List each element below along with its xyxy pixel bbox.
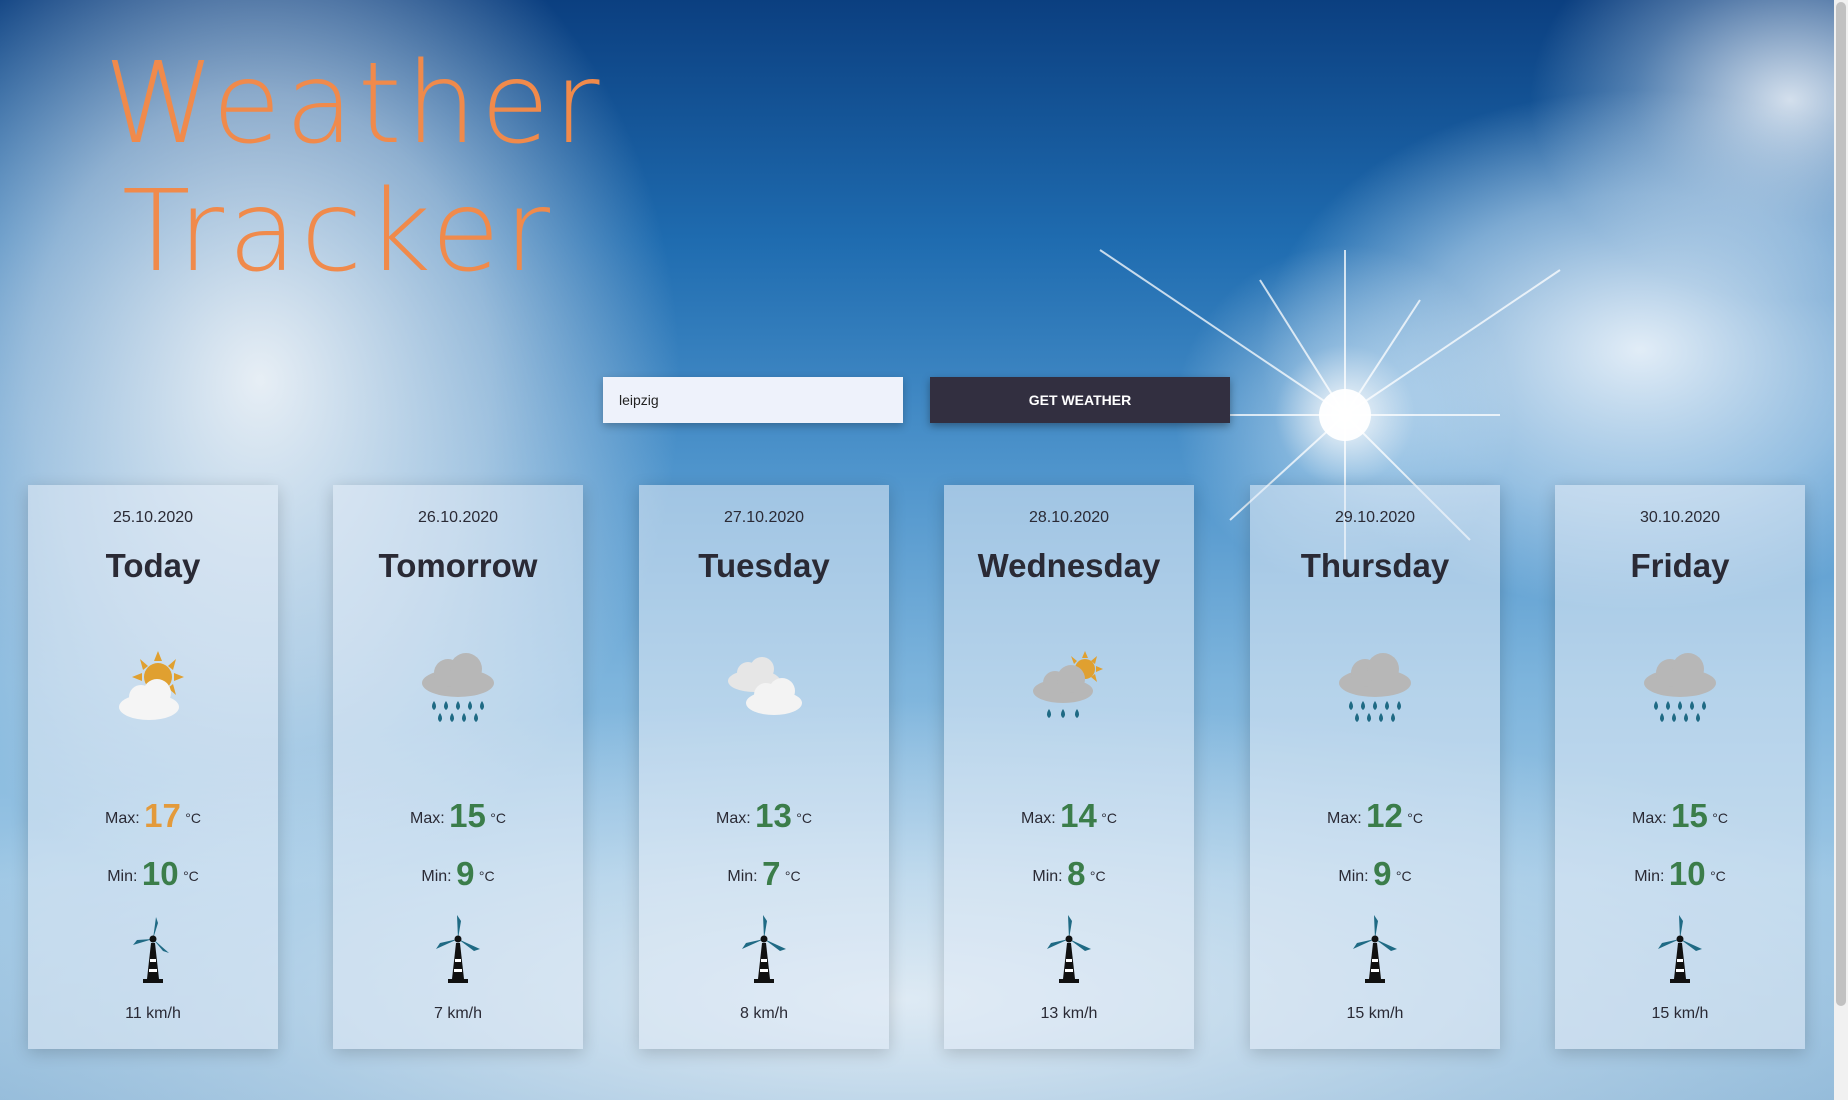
temp-unit: °C	[1395, 868, 1412, 884]
sun-cloud-icon	[119, 651, 184, 720]
max-temp-row: Max: 12 °C	[1250, 797, 1500, 835]
min-temp-value: 9	[456, 855, 475, 892]
temp-unit: °C	[478, 868, 495, 884]
forecast-date: 30.10.2020	[1639, 509, 1721, 526]
max-label: Max:	[1631, 810, 1667, 827]
scrollbar-thumb[interactable]	[1836, 2, 1846, 1006]
forecast-card-thursday: 29.10.2020 Thursday Max: 12 °C Min: 9 °C…	[1250, 485, 1500, 1049]
max-temp-row: Max: 14 °C	[944, 797, 1194, 835]
temp-unit: °C	[1712, 810, 1728, 826]
temp-unit: °C	[1089, 868, 1106, 884]
max-label: Max:	[715, 810, 751, 827]
rain-cloud-icon	[1644, 653, 1716, 722]
forecast-card-friday: 30.10.2020 Friday Max: 15 °C Min: 10 °C …	[1555, 485, 1805, 1049]
min-temp-value: 10	[1668, 855, 1706, 892]
forecast-day: Thursday	[1300, 547, 1450, 584]
min-label: Min:	[421, 868, 452, 885]
wind-turbine-icon	[1658, 915, 1702, 983]
page-scrollbar[interactable]	[1834, 0, 1848, 1100]
app-title-line2: Tracker	[122, 167, 555, 297]
wind-turbine-icon	[436, 915, 480, 983]
temp-unit: °C	[183, 868, 199, 884]
forecast-date: 26.10.2020	[417, 509, 499, 526]
min-label: Min:	[727, 868, 758, 885]
city-search-input[interactable]	[603, 377, 903, 423]
temp-unit: °C	[1101, 810, 1117, 826]
forecast-date: 28.10.2020	[1028, 509, 1110, 526]
max-label: Max:	[104, 810, 140, 827]
max-label: Max:	[409, 810, 445, 827]
max-temp-row: Max: 15 °C	[333, 797, 583, 835]
rain-cloud-icon	[1339, 653, 1411, 722]
min-temp-value: 8	[1067, 855, 1086, 892]
forecast-card-tuesday: 27.10.2020 Tuesday Max: 13 °C Min: 7 °C	[639, 485, 889, 1049]
wind-speed: 15 km/h	[1651, 1005, 1709, 1022]
get-weather-button[interactable]: GET WEATHER	[930, 377, 1230, 423]
max-temp-row: Max: 17 °C	[28, 797, 278, 835]
forecast-date: 29.10.2020	[1334, 509, 1416, 526]
wind-turbine-icon	[1353, 915, 1397, 983]
min-temp-row: Min: 8 °C	[944, 855, 1194, 893]
rain-cloud-icon	[422, 653, 494, 722]
forecast-date: 27.10.2020	[723, 509, 805, 526]
max-temp-value: 13	[755, 797, 792, 834]
min-temp-value: 9	[1373, 855, 1392, 892]
forecast-card-wednesday: 28.10.2020 Wednesday Max: 14 °C Min: 8 °…	[944, 485, 1194, 1049]
forecast-card-tomorrow: 26.10.2020 Tomorrow Max: 15 °C Min: 9 °C…	[333, 485, 583, 1049]
forecast-date: 25.10.2020	[112, 509, 194, 526]
temp-unit: °C	[185, 810, 201, 826]
min-temp-row: Min: 10 °C	[1555, 855, 1805, 893]
temp-unit: °C	[796, 810, 812, 826]
app-title: Weather Tracker	[104, 40, 604, 296]
temp-unit: °C	[1407, 810, 1423, 826]
min-label: Min:	[1032, 868, 1063, 885]
temp-unit: °C	[784, 868, 801, 884]
wind-speed: 13 km/h	[1040, 1005, 1098, 1022]
temp-unit: °C	[490, 810, 506, 826]
forecast-day: Tomorrow	[378, 547, 538, 584]
min-temp-value: 10	[141, 855, 179, 892]
min-label: Min:	[1634, 868, 1665, 885]
sun-rain-icon	[1033, 651, 1103, 718]
max-temp-row: Max: 15 °C	[1555, 797, 1805, 835]
max-temp-value: 15	[1671, 797, 1708, 834]
max-label: Max:	[1020, 810, 1056, 827]
wind-speed: 8 km/h	[739, 1005, 788, 1022]
max-temp-value: 12	[1366, 797, 1403, 834]
min-temp-row: Min: 7 °C	[639, 855, 889, 893]
min-label: Min:	[1338, 868, 1369, 885]
temp-unit: °C	[1710, 868, 1726, 884]
wind-speed: 7 km/h	[433, 1005, 482, 1022]
forecast-day: Tuesday	[698, 547, 830, 584]
min-label: Min:	[107, 868, 138, 885]
clouds-icon	[728, 657, 802, 715]
min-temp-row: Min: 10 °C	[28, 855, 278, 893]
min-temp-row: Min: 9 °C	[1250, 855, 1500, 893]
min-temp-value: 7	[762, 855, 781, 892]
max-temp-value: 14	[1060, 797, 1097, 834]
wind-turbine-icon	[1047, 915, 1091, 983]
max-temp-row: Max: 13 °C	[639, 797, 889, 835]
wind-speed: 15 km/h	[1346, 1005, 1404, 1022]
forecast-day: Wednesday	[977, 547, 1161, 584]
max-label: Max:	[1326, 810, 1362, 827]
wind-turbine-icon	[742, 915, 786, 983]
min-temp-row: Min: 9 °C	[333, 855, 583, 893]
forecast-card-today: 25.10.2020 Today Max: 17 °C Min: 10 °C 1…	[28, 485, 278, 1049]
forecast-day: Friday	[1630, 547, 1730, 584]
wind-speed: 11 km/h	[125, 1005, 181, 1022]
app-title-line1: Weather	[104, 39, 604, 169]
forecast-day: Today	[105, 547, 201, 584]
max-temp-value: 17	[144, 797, 181, 834]
wind-turbine-icon	[133, 917, 169, 983]
max-temp-value: 15	[449, 797, 486, 834]
